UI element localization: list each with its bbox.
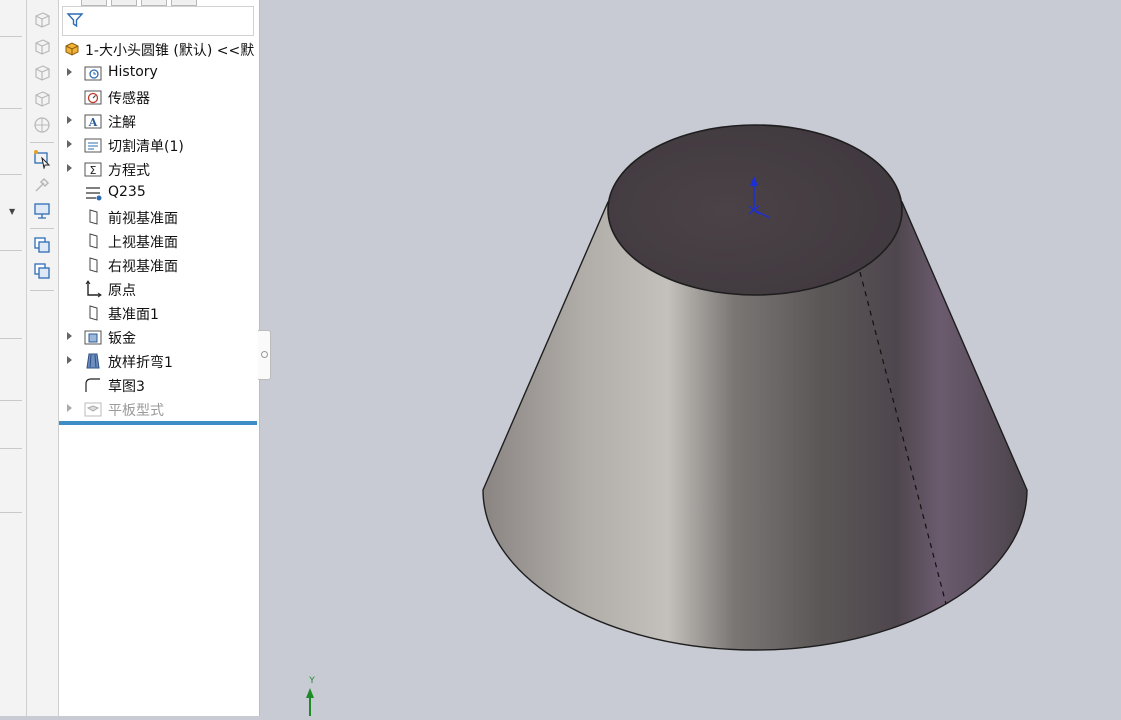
history-folder-icon bbox=[84, 66, 102, 81]
tree-item-sketch3[interactable]: 草图3 bbox=[59, 373, 259, 397]
expand-arrow-icon[interactable] bbox=[67, 404, 72, 412]
origin-icon bbox=[85, 280, 102, 298]
triad-y-axis-icon: Y bbox=[306, 676, 315, 716]
lofted-bend-icon bbox=[86, 353, 100, 369]
tree-item-label: 上视基准面 bbox=[108, 235, 178, 251]
display-view-icon[interactable] bbox=[32, 201, 52, 221]
tree-item-cut-list[interactable]: 切割清单(1) bbox=[59, 133, 259, 157]
plane-icon bbox=[89, 257, 98, 273]
left-strip-panel: ▼ bbox=[0, 0, 27, 716]
view-cube-icon[interactable] bbox=[32, 89, 52, 109]
plane-icon bbox=[89, 209, 98, 225]
tree-item-label: 草图3 bbox=[108, 379, 145, 395]
root-part-node[interactable]: 1-大小头圆锥 (默认) <<默 bbox=[61, 38, 259, 60]
expand-arrow-icon[interactable] bbox=[67, 68, 72, 76]
tree-item-plane1[interactable]: 基准面1 bbox=[59, 301, 259, 325]
tree-filter-input[interactable] bbox=[62, 6, 254, 36]
tree-item-label: History bbox=[108, 64, 158, 80]
tree-item-origin[interactable]: 原点 bbox=[59, 277, 259, 301]
tree-item-label: Q235 bbox=[108, 184, 146, 200]
plane-icon bbox=[89, 305, 98, 321]
dropdown-arrow-icon[interactable]: ▼ bbox=[9, 207, 15, 216]
flat-pattern-icon bbox=[84, 402, 102, 417]
tree-item-label: 右视基准面 bbox=[108, 259, 178, 275]
view-sphere-icon[interactable] bbox=[32, 115, 52, 135]
tree-item-sheet-metal[interactable]: 钣金 bbox=[59, 325, 259, 349]
tree-item-label: 钣金 bbox=[108, 331, 136, 347]
expand-arrow-icon[interactable] bbox=[67, 332, 72, 340]
sensor-icon bbox=[84, 90, 102, 105]
view-cube-icon[interactable] bbox=[32, 37, 52, 57]
sketch-icon bbox=[85, 378, 100, 392]
graphics-viewport[interactable]: Y bbox=[260, 0, 1121, 716]
triad-y-label: Y bbox=[308, 676, 315, 686]
tree-item-front-plane[interactable]: 前视基准面 bbox=[59, 205, 259, 229]
rollback-bar[interactable] bbox=[59, 421, 257, 425]
copy-window-icon[interactable] bbox=[32, 235, 52, 255]
tree-item-label: 基准面1 bbox=[108, 307, 159, 323]
tree-item-annotations[interactable]: A 注解 bbox=[59, 109, 259, 133]
tree-item-label: 原点 bbox=[108, 283, 136, 299]
tree-item-label: 切割清单(1) bbox=[108, 139, 184, 155]
view-toolbar bbox=[27, 0, 58, 716]
tree-item-label: 方程式 bbox=[108, 163, 150, 179]
expand-arrow-icon[interactable] bbox=[67, 140, 72, 148]
plane-icon bbox=[89, 233, 98, 249]
tree-item-sensors[interactable]: 传感器 bbox=[59, 85, 259, 109]
select-cursor-icon[interactable] bbox=[32, 149, 52, 169]
panel-tabs bbox=[59, 0, 259, 6]
tree-item-label: 传感器 bbox=[108, 91, 150, 107]
sheet-metal-icon bbox=[84, 330, 102, 345]
material-icon bbox=[86, 187, 102, 201]
svg-text:A: A bbox=[88, 116, 98, 129]
tree-item-right-plane[interactable]: 右视基准面 bbox=[59, 253, 259, 277]
tree-item-history[interactable]: History bbox=[59, 61, 259, 85]
tree-item-label: 平板型式 bbox=[108, 403, 164, 419]
model-view[interactable]: Y bbox=[260, 0, 1121, 716]
annotation-icon: A bbox=[84, 114, 102, 129]
tree-item-material[interactable]: Q235 bbox=[59, 181, 259, 205]
feature-manager-tree: 1-大小头圆锥 (默认) <<默 History 传感器 A 注解 切割清单(1… bbox=[59, 0, 260, 716]
view-cube-icon[interactable] bbox=[32, 63, 52, 83]
tree-item-top-plane[interactable]: 上视基准面 bbox=[59, 229, 259, 253]
part-icon bbox=[65, 42, 79, 56]
expand-arrow-icon[interactable] bbox=[67, 116, 72, 124]
filter-icon bbox=[66, 13, 84, 28]
edit-tool-icon[interactable] bbox=[32, 175, 52, 195]
view-cube-icon[interactable] bbox=[32, 10, 52, 30]
svg-text:Σ: Σ bbox=[90, 164, 97, 177]
tree-item-label: 放样折弯1 bbox=[108, 355, 173, 371]
tree-item-flat-pattern[interactable]: 平板型式 bbox=[59, 397, 259, 421]
root-part-label: 1-大小头圆锥 (默认) <<默 bbox=[85, 43, 255, 59]
cut-list-icon bbox=[84, 138, 102, 153]
copy-window-icon[interactable] bbox=[32, 261, 52, 281]
tree-item-equations[interactable]: Σ 方程式 bbox=[59, 157, 259, 181]
expand-arrow-icon[interactable] bbox=[67, 356, 72, 364]
equation-icon: Σ bbox=[84, 162, 102, 177]
tree-item-label: 注解 bbox=[108, 115, 136, 131]
tree-item-lofted-bend[interactable]: 放样折弯1 bbox=[59, 349, 259, 373]
tree-item-label: 前视基准面 bbox=[108, 211, 178, 227]
expand-arrow-icon[interactable] bbox=[67, 164, 72, 172]
